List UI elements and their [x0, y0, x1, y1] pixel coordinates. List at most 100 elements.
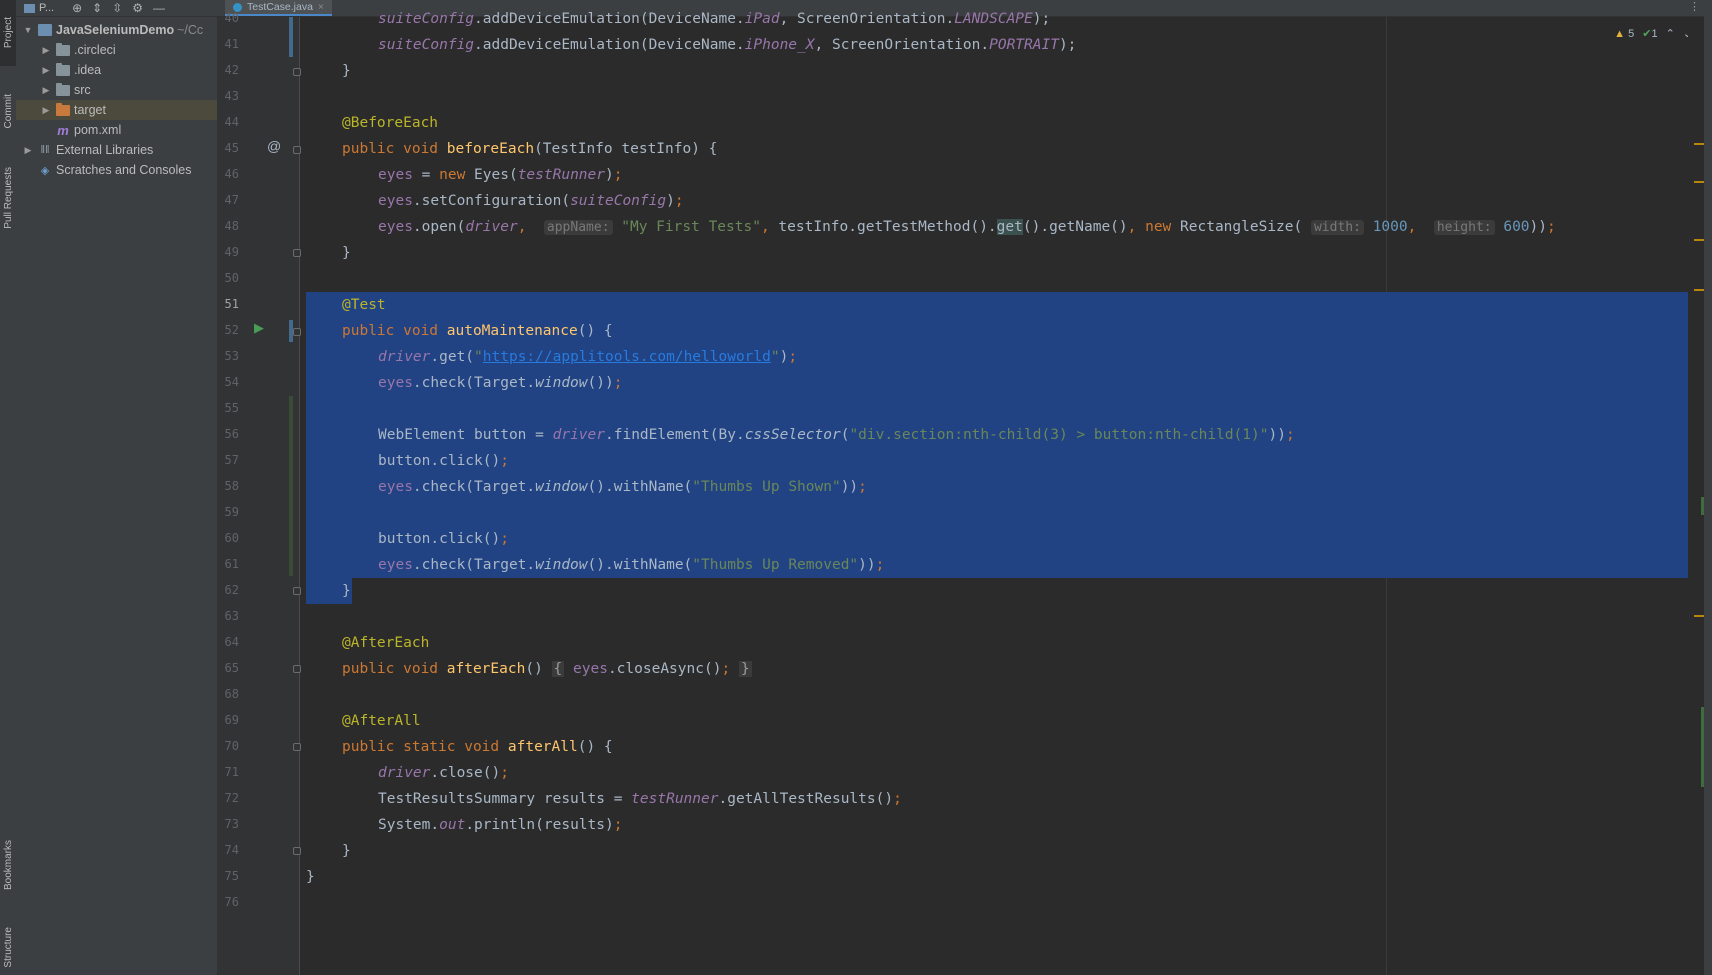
line-number[interactable]: 74	[215, 843, 239, 857]
chevron-down-icon[interactable]: ▼	[22, 25, 34, 35]
code-line[interactable]: }	[342, 61, 351, 81]
line-number[interactable]: 57	[215, 453, 239, 467]
line-number[interactable]: 70	[215, 739, 239, 753]
line-number[interactable]: 60	[215, 531, 239, 545]
line-number[interactable]: 62	[215, 583, 239, 597]
tool-tab-bookmarks[interactable]: Bookmarks	[0, 826, 16, 904]
code-line[interactable]: @BeforeEach	[342, 113, 438, 133]
code-line[interactable]: @AfterAll	[342, 711, 421, 731]
chevron-right-icon[interactable]: ▶	[40, 105, 52, 116]
tree-item-circleci[interactable]: ▶ .circleci	[16, 40, 217, 60]
inspections-widget[interactable]: ▲ 5 ✔1 ⌃ ⌄	[1614, 27, 1692, 41]
code-line[interactable]: }	[342, 243, 351, 263]
code-line[interactable]: driver.get("https://applitools.com/hello…	[378, 347, 797, 367]
fold-marker-icon[interactable]	[293, 146, 301, 154]
tab-testcase-java[interactable]: TestCase.java ×	[225, 0, 332, 16]
code-line[interactable]: public void afterEach() { eyes.closeAsyn…	[342, 659, 752, 679]
tree-item-target[interactable]: ▶ target	[16, 100, 217, 120]
collapse-all-icon[interactable]: ⇳	[112, 1, 122, 15]
code-line[interactable]: }	[342, 581, 351, 601]
line-number[interactable]: 59	[215, 505, 239, 519]
line-number[interactable]: 73	[215, 817, 239, 831]
tree-item-pom[interactable]: m pom.xml	[16, 120, 217, 140]
chevron-right-icon[interactable]: ▶	[40, 85, 52, 96]
vcs-change-marker[interactable]	[289, 396, 293, 576]
code-line[interactable]: }	[342, 841, 351, 861]
code-line[interactable]: button.click();	[378, 451, 509, 471]
line-number[interactable]: 72	[215, 791, 239, 805]
hide-icon[interactable]: —	[153, 1, 165, 15]
line-number[interactable]: 48	[215, 219, 239, 233]
more-options-icon[interactable]: ⋮	[1689, 0, 1700, 13]
chevron-right-icon[interactable]: ▶	[40, 65, 52, 76]
line-number[interactable]: 50	[215, 271, 239, 285]
line-number[interactable]: 45	[215, 141, 239, 155]
line-number[interactable]: 71	[215, 765, 239, 779]
tool-tab-project[interactable]: Project	[0, 0, 16, 66]
code-line[interactable]: eyes.check(Target.window().withName("Thu…	[378, 477, 867, 497]
code-line[interactable]: suiteConfig.addDeviceEmulation(DeviceNam…	[378, 9, 1050, 29]
expand-all-icon[interactable]: ⇕	[92, 1, 102, 15]
line-number[interactable]: 69	[215, 713, 239, 727]
chevron-up-icon[interactable]: ⌃	[1666, 27, 1675, 40]
fold-marker-icon[interactable]	[293, 665, 301, 673]
line-number[interactable]: 63	[215, 609, 239, 623]
line-number[interactable]: 43	[215, 89, 239, 103]
fold-marker-icon[interactable]	[293, 328, 301, 336]
code-line[interactable]: button.click();	[378, 529, 509, 549]
line-number[interactable]: 58	[215, 479, 239, 493]
line-number[interactable]: 53	[215, 349, 239, 363]
line-number[interactable]: 75	[215, 869, 239, 883]
tree-item-root[interactable]: ▼ JavaSeleniumDemo ~/Cc	[16, 20, 217, 40]
close-icon[interactable]: ×	[318, 2, 324, 13]
line-number[interactable]: 46	[215, 167, 239, 181]
line-number[interactable]: 42	[215, 63, 239, 77]
line-number[interactable]: 55	[215, 401, 239, 415]
tree-item-scratches[interactable]: ◈ Scratches and Consoles	[16, 160, 217, 180]
line-number[interactable]: 40	[215, 11, 239, 25]
code-line[interactable]: suiteConfig.addDeviceEmulation(DeviceNam…	[378, 35, 1076, 55]
fold-marker-icon[interactable]	[293, 68, 301, 76]
tree-item-src[interactable]: ▶ src	[16, 80, 217, 100]
fold-marker-icon[interactable]	[293, 743, 301, 751]
run-test-icon[interactable]: ▶	[254, 320, 264, 336]
locate-icon[interactable]: ⊕	[72, 1, 82, 15]
code-line[interactable]: System.out.println(results);	[378, 815, 622, 835]
line-number[interactable]: 47	[215, 193, 239, 207]
tool-tab-commit[interactable]: Commit	[0, 80, 16, 142]
code-line[interactable]: public void beforeEach(TestInfo testInfo…	[342, 139, 717, 159]
code-line[interactable]: @Test	[342, 295, 386, 315]
code-line[interactable]: eyes.check(Target.window().withName("Thu…	[378, 555, 884, 575]
code-line[interactable]: }	[306, 867, 315, 887]
ok-count[interactable]: ✔1	[1642, 27, 1657, 40]
line-number[interactable]: 68	[215, 687, 239, 701]
chevron-right-icon[interactable]: ▶	[40, 45, 52, 56]
tree-item-external-libraries[interactable]: ▶ ‖‖ External Libraries	[16, 140, 217, 160]
vcs-change-marker[interactable]	[289, 17, 293, 57]
tree-item-idea[interactable]: ▶ .idea	[16, 60, 217, 80]
line-number[interactable]: 54	[215, 375, 239, 389]
tool-tab-pull-requests[interactable]: Pull Requests	[0, 152, 16, 244]
gear-icon[interactable]: ⚙	[132, 1, 143, 15]
code-line[interactable]: eyes.check(Target.window());	[378, 373, 622, 393]
line-number[interactable]: 56	[215, 427, 239, 441]
code-line[interactable]: driver.close();	[378, 763, 509, 783]
line-number[interactable]: 51	[215, 297, 239, 311]
project-view-selector[interactable]: P...	[24, 2, 54, 14]
code-line[interactable]: eyes = new Eyes(testRunner);	[378, 165, 622, 185]
fold-marker-icon[interactable]	[293, 249, 301, 257]
chevron-right-icon[interactable]: ▶	[22, 145, 34, 156]
code-line[interactable]: TestResultsSummary results = testRunner.…	[378, 789, 902, 809]
fold-marker-icon[interactable]	[293, 587, 301, 595]
line-number[interactable]: 49	[215, 245, 239, 259]
code-line[interactable]: eyes.setConfiguration(suiteConfig);	[378, 191, 684, 211]
line-number[interactable]: 61	[215, 557, 239, 571]
code-line[interactable]: WebElement button = driver.findElement(B…	[378, 425, 1295, 445]
line-number[interactable]: 41	[215, 37, 239, 51]
line-number[interactable]: 76	[215, 895, 239, 909]
line-number[interactable]: 52	[215, 323, 239, 337]
line-number[interactable]: 44	[215, 115, 239, 129]
code-line[interactable]: eyes.open(driver, appName: "My First Tes…	[378, 217, 1556, 237]
override-at-icon[interactable]: @	[267, 138, 281, 154]
warning-count[interactable]: ▲ 5	[1614, 28, 1634, 40]
